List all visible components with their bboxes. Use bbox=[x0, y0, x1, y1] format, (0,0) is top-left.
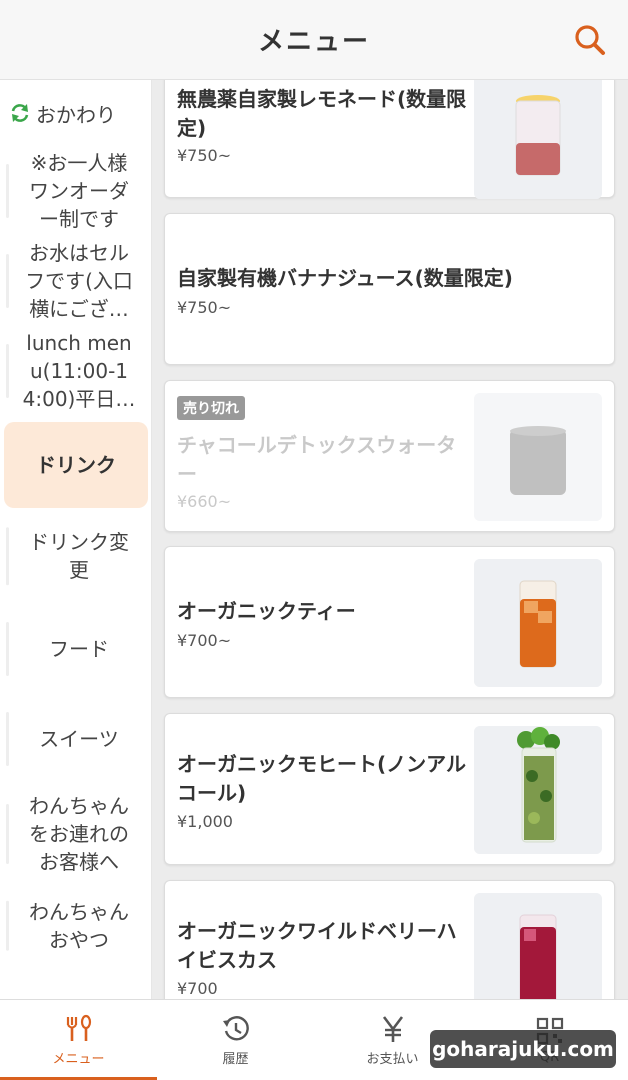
tab-label: メニュー bbox=[52, 1052, 105, 1067]
fork-knife-icon bbox=[66, 1014, 91, 1041]
sidebar-item-label: lunch menu(11:00-14:00)平日… bbox=[22, 331, 136, 411]
sidebar-item-dog-guests[interactable]: わんちゃんをお連れのお客様へ bbox=[0, 784, 151, 884]
menu-item-price: ¥1,000 bbox=[177, 812, 233, 831]
menu-item-card[interactable]: 売り切れ チャコールデトックスウォーター ¥660~ bbox=[164, 380, 615, 532]
refill-label: おかわり bbox=[36, 102, 116, 127]
menu-item-card[interactable]: オーガニックティー ¥700~ bbox=[164, 546, 615, 698]
sidebar-item-food[interactable]: フード bbox=[0, 604, 151, 694]
mojito-image bbox=[474, 726, 602, 854]
menu-item-name: オーガニックティー bbox=[177, 599, 356, 623]
menu-list: 無農薬自家製レモネード(数量限定) ¥750~ 自家製有機バナナジュース(数量限… bbox=[152, 80, 628, 999]
menu-item-price: ¥750~ bbox=[177, 146, 232, 165]
menu-item-price: ¥750~ bbox=[177, 298, 232, 317]
sidebar-item-label: ※お一人様ワンオーダー制です bbox=[29, 151, 129, 231]
menu-item-card[interactable]: 自家製有機バナナジュース(数量限定) ¥750~ bbox=[164, 213, 615, 365]
charcoal-water-image bbox=[474, 393, 602, 521]
menu-item-image bbox=[474, 393, 602, 521]
tab-menu[interactable]: メニュー bbox=[0, 1000, 157, 1080]
history-icon bbox=[222, 1016, 249, 1041]
menu-item-card[interactable]: オーガニックワイルドベリーハイビスカス ¥700 bbox=[164, 880, 615, 999]
sidebar-item-label: わんちゃんおやつ bbox=[29, 900, 129, 952]
hibiscus-image bbox=[474, 893, 602, 999]
category-sidebar: おかわり ※お一人様ワンオーダー制です お水はセルフです(入口横にござ… lun… bbox=[0, 80, 152, 999]
sidebar-item-label: フード bbox=[49, 637, 109, 661]
site-watermark: goharajuku.com bbox=[430, 1030, 616, 1068]
refresh-icon bbox=[11, 104, 29, 122]
menu-item-card[interactable]: オーガニックモヒート(ノンアルコール) ¥1,000 bbox=[164, 713, 615, 865]
search-icon bbox=[575, 25, 605, 55]
sidebar-item-drink-change[interactable]: ドリンク変更 bbox=[0, 508, 151, 604]
menu-item-price: ¥700 bbox=[177, 979, 218, 998]
menu-item-image bbox=[474, 80, 602, 199]
page-title: メニュー bbox=[257, 27, 370, 57]
sidebar-item-label: スイーツ bbox=[39, 727, 119, 751]
menu-item-name: オーガニックモヒート(ノンアルコール) bbox=[177, 752, 466, 805]
sidebar-item-lunch[interactable]: lunch menu(11:00-14:00)平日… bbox=[0, 326, 151, 416]
iced-tea-image bbox=[474, 559, 602, 687]
sidebar-item-one-order[interactable]: ※お一人様ワンオーダー制です bbox=[0, 146, 151, 236]
sidebar-item-dog-snacks[interactable]: わんちゃんおやつ bbox=[0, 884, 151, 968]
sidebar-item-water[interactable]: お水はセルフです(入口横にござ… bbox=[0, 236, 151, 326]
sidebar-item-label: ドリンク変更 bbox=[29, 530, 129, 582]
menu-item-name: オーガニックワイルドベリーハイビスカス bbox=[177, 919, 457, 972]
tab-label: 履歴 bbox=[222, 1052, 249, 1067]
yen-icon bbox=[382, 1016, 403, 1042]
menu-item-price: ¥700~ bbox=[177, 631, 232, 650]
tab-label: お支払い bbox=[366, 1052, 419, 1067]
lemonade-image bbox=[474, 80, 602, 199]
sidebar-item-drink[interactable]: ドリンク bbox=[4, 422, 148, 508]
search-button[interactable] bbox=[570, 20, 610, 60]
sidebar-item-label: ドリンク bbox=[36, 453, 116, 477]
refill-button[interactable]: おかわり bbox=[0, 80, 151, 146]
menu-item-name: 無農薬自家製レモネード(数量限定) bbox=[177, 87, 467, 140]
menu-item-image bbox=[474, 559, 602, 687]
menu-item-image bbox=[474, 893, 602, 999]
menu-item-card[interactable]: 無農薬自家製レモネード(数量限定) ¥750~ bbox=[164, 80, 615, 199]
menu-item-name: 自家製有機バナナジュース(数量限定) bbox=[177, 266, 513, 290]
sidebar-item-label: わんちゃんをお連れのお客様へ bbox=[29, 794, 129, 874]
menu-item-name: チャコールデトックスウォーター bbox=[177, 433, 457, 486]
menu-item-price: ¥660~ bbox=[177, 492, 232, 511]
sold-out-badge: 売り切れ bbox=[177, 396, 245, 420]
menu-item-image bbox=[474, 726, 602, 854]
sidebar-item-sweets[interactable]: スイーツ bbox=[0, 694, 151, 784]
app-header: メニュー bbox=[0, 0, 628, 80]
sidebar-item-label: お水はセルフです(入口横にござ… bbox=[25, 241, 133, 321]
tab-history[interactable]: 履歴 bbox=[157, 1000, 314, 1080]
